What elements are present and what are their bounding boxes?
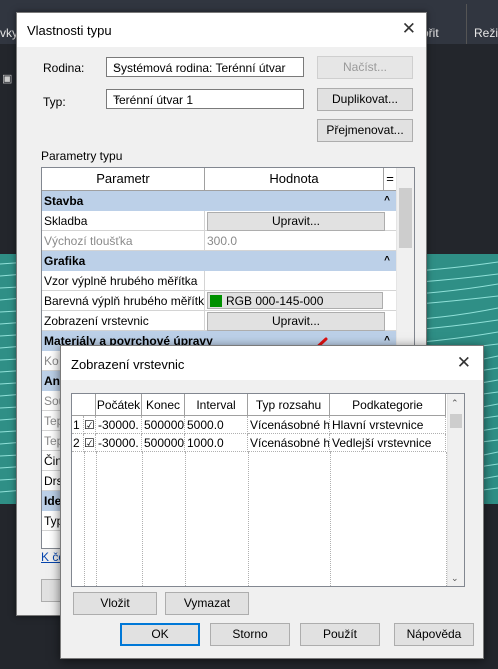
cell-range-type[interactable]: Vícenásobné h <box>248 416 330 434</box>
table-scrollbar[interactable]: ⌃ ⌄ <box>447 394 464 586</box>
column-header-start[interactable]: Počátek <box>96 394 142 416</box>
type-select[interactable]: Terénní útvar 1 ⌄ <box>106 89 304 109</box>
color-value: RGB 000-145-000 <box>226 294 324 308</box>
cell-start[interactable]: -30000. <box>96 434 142 452</box>
column-header-subcategory[interactable]: Podkategorie <box>330 394 446 416</box>
contour-display-dialog: Zobrazení vrstevnic ✕ Počátek Konec Inte… <box>60 345 484 659</box>
column-header-interval[interactable]: Interval <box>185 394 248 416</box>
column-divider <box>248 452 250 586</box>
column-divider <box>96 452 98 586</box>
apply-button[interactable]: Použít <box>300 623 380 646</box>
ribbon-tab-mode[interactable]: Reži <box>474 26 498 40</box>
dialog-title: Zobrazení vrstevnic <box>71 357 185 372</box>
param-value: 300.0 <box>207 234 238 248</box>
param-row[interactable]: Výchozí tloušťka 300.0 <box>42 231 396 251</box>
checkbox-checked-icon[interactable]: ☑ <box>84 418 95 432</box>
title-bar: Vlastnosti typu ✕ <box>17 13 426 47</box>
cell-subcategory[interactable]: Hlavní vrstevnice <box>330 416 446 434</box>
color-button[interactable]: RGB 000-145-000 <box>207 292 383 309</box>
column-header-end[interactable]: Konec <box>142 394 185 416</box>
delete-button[interactable]: Vymazat <box>165 592 249 615</box>
params-title: Parametry typu <box>41 149 123 163</box>
collapse-icon[interactable]: ^ <box>384 251 390 271</box>
cell-end[interactable]: 500000. <box>142 416 185 434</box>
section-label: Stavba <box>44 194 84 208</box>
row-number: 1 <box>72 416 84 434</box>
cell-end[interactable]: 500000. <box>142 434 185 452</box>
family-select[interactable]: Systémová rodina: Terénní útvar ⌄ <box>106 57 304 77</box>
section-label: Ide <box>44 494 62 508</box>
column-divider <box>185 452 187 586</box>
cell-start[interactable]: -30000. <box>96 416 142 434</box>
param-name: Vzor výplně hrubého měřítka <box>44 274 198 288</box>
cancel-button[interactable]: Storno <box>210 623 290 646</box>
scroll-up-icon[interactable]: ⌃ <box>451 398 459 409</box>
section-construction[interactable]: Stavba ^ <box>42 191 396 211</box>
param-row[interactable]: Zobrazení vrstevnic Upravit... <box>42 311 396 331</box>
param-name: Ko <box>44 354 59 368</box>
column-header-index <box>72 394 96 416</box>
column-header-range-type[interactable]: Typ rozsahu <box>248 394 330 416</box>
row-checkbox[interactable]: ☑ <box>84 416 96 434</box>
chevron-down-icon: ⌄ <box>113 60 122 71</box>
row-checkbox[interactable]: ☑ <box>84 434 96 452</box>
scroll-down-icon[interactable]: ⌄ <box>451 573 459 584</box>
duplicate-button[interactable]: Duplikovat... <box>317 88 413 111</box>
param-row[interactable]: Skladba Upravit... <box>42 211 396 231</box>
cell-interval[interactable]: 5000.0 <box>185 416 248 434</box>
param-name: Skladba <box>44 214 88 228</box>
param-row[interactable]: Barevná výplň hrubého měřítk RGB 000-145… <box>42 291 396 311</box>
close-icon[interactable]: ✕ <box>402 19 416 39</box>
column-divider <box>330 452 332 586</box>
scroll-thumb[interactable] <box>450 414 462 428</box>
param-name: Barevná výplň hrubého měřítk <box>44 294 205 308</box>
title-bar: Zobrazení vrstevnic ✕ <box>61 346 483 380</box>
family-label: Rodina: <box>43 61 85 75</box>
scroll-thumb[interactable] <box>399 188 412 248</box>
ribbon-separator <box>466 4 467 44</box>
contour-table: Počátek Konec Interval Typ rozsahu Podka… <box>71 393 465 587</box>
checkbox-checked-icon[interactable]: ☑ <box>84 436 95 450</box>
collapse-icon[interactable]: ^ <box>384 191 390 211</box>
column-header-parameter[interactable]: Parametr <box>42 168 205 191</box>
param-name: Zobrazení vrstevnic <box>44 314 149 328</box>
edit-contours-button[interactable]: Upravit... <box>207 312 385 331</box>
help-button[interactable]: Nápověda <box>394 623 474 646</box>
insert-button[interactable]: Vložit <box>73 592 157 615</box>
param-row[interactable]: Vzor výplně hrubého měřítka <box>42 271 396 291</box>
color-swatch <box>210 295 222 307</box>
close-icon[interactable]: ✕ <box>457 353 471 373</box>
edit-structure-button[interactable]: Upravit... <box>207 212 385 231</box>
column-header-value[interactable]: Hodnota <box>205 168 384 191</box>
cell-subcategory[interactable]: Vedlejší vrstevnice <box>330 434 446 452</box>
cell-range-type[interactable]: Vícenásobné h <box>248 434 330 452</box>
column-header-eq[interactable]: = <box>384 168 396 191</box>
column-divider <box>84 452 86 586</box>
param-name: Výchozí tloušťka <box>44 234 133 248</box>
section-graphics[interactable]: Grafika ^ <box>42 251 396 271</box>
dialog-title: Vlastnosti typu <box>27 23 112 38</box>
chevron-down-icon: ⌄ <box>113 92 122 103</box>
cell-interval[interactable]: 1000.0 <box>185 434 248 452</box>
type-label: Typ: <box>43 95 66 109</box>
column-divider <box>142 452 144 586</box>
load-button[interactable]: Načíst... <box>317 56 413 79</box>
section-label: Grafika <box>44 254 86 268</box>
rename-button[interactable]: Přejmenovat... <box>317 119 413 142</box>
row-number: 2 <box>72 434 84 452</box>
ok-button[interactable]: OK <box>120 623 200 646</box>
